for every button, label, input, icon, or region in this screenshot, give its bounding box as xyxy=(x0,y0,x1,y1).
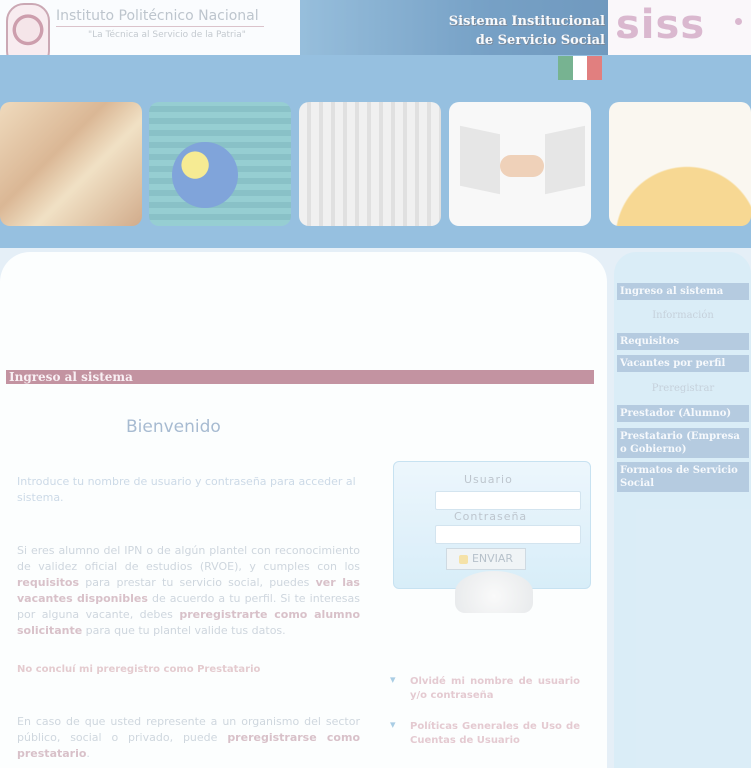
forgot-credentials-link[interactable]: ▾ Olvidé mi nombre de usuario y/o contra… xyxy=(390,673,580,703)
system-title: Sistema Institucional de Servicio Social xyxy=(445,12,605,50)
side-menu xyxy=(614,252,751,768)
photo-banner xyxy=(0,102,751,226)
username-label: Usuario xyxy=(464,473,513,486)
flag-white-stripe xyxy=(572,56,588,80)
mexico-flag-icon xyxy=(558,56,603,80)
monitor-right-icon xyxy=(545,125,585,195)
flag-green-stripe xyxy=(558,56,573,80)
username-input[interactable] xyxy=(435,491,581,510)
menu-item-requirements[interactable]: Requisitos xyxy=(617,333,749,350)
key-icon xyxy=(458,554,468,564)
welcome-heading: Bienvenido xyxy=(126,417,221,437)
account-policies-link[interactable]: ▾ Políticas Generales de Uso de Cuentas … xyxy=(390,718,580,748)
forgot-credentials-label: Olvidé mi nombre de usuario y/o contrase… xyxy=(410,676,580,701)
password-label: Contraseña xyxy=(454,510,528,523)
banner-photo-teamwork-hands xyxy=(0,102,142,226)
monitor-left-icon xyxy=(460,125,500,195)
student-text-part: Si eres alumno del IPN o de algún plante… xyxy=(17,544,360,573)
banner-photo-students-crowd xyxy=(299,102,441,226)
send-button-label: ENVIAR xyxy=(471,552,514,565)
system-title-line2: de Servicio Social xyxy=(475,33,605,48)
bullet-arrow-icon: ▾ xyxy=(390,673,396,686)
requirements-link[interactable]: requisitos xyxy=(17,576,79,589)
student-text-part: para que tu plantel valide tus datos. xyxy=(82,624,286,637)
section-title: Ingreso al sistema xyxy=(9,370,133,384)
menu-item-formats[interactable]: Formatos de Servicio Social xyxy=(617,462,749,492)
handshake-icon xyxy=(500,155,544,177)
globe-icon xyxy=(172,142,238,208)
menu-header-information: Información xyxy=(652,310,714,321)
bullet-arrow-icon: ▾ xyxy=(390,718,396,731)
menu-item-lender[interactable]: Prestatario (Empresa o Gobierno) xyxy=(617,428,749,458)
menu-item-provider[interactable]: Prestador (Alumno) xyxy=(617,405,749,422)
siss-logo: siss xyxy=(616,2,706,48)
menu-item-login[interactable]: Ingreso al sistema xyxy=(617,283,749,300)
send-button[interactable]: ENVIAR xyxy=(446,548,526,570)
menu-header-preregister: Preregistrar xyxy=(651,383,715,394)
password-input[interactable] xyxy=(435,525,581,544)
siss-logo-dot xyxy=(735,18,742,25)
student-info-text: Si eres alumno del IPN o de algún plante… xyxy=(17,543,360,639)
menu-item-vacancies[interactable]: Vacantes por perfil xyxy=(617,355,749,372)
institution-name: Instituto Politécnico Nacional xyxy=(56,8,259,24)
header-divider xyxy=(56,26,264,27)
unfinished-lender-preregister-link[interactable]: No concluí mi preregistro como Prestatar… xyxy=(17,664,260,675)
system-title-line1: Sistema Institucional xyxy=(448,14,605,29)
flag-red-stripe xyxy=(587,56,603,80)
banner-photo-people-circle xyxy=(609,102,751,226)
intro-text: Introduce tu nombre de usuario y contras… xyxy=(17,475,356,504)
pedestal-decoration xyxy=(455,571,533,613)
siss-logo-dot xyxy=(617,30,624,37)
institution-motto: "La Técnica al Servicio de la Patria" xyxy=(88,30,246,40)
org-text-part: . xyxy=(86,747,90,760)
student-text-part: para prestar tu servicio social, puedes xyxy=(79,576,316,589)
account-policies-label: Políticas Generales de Uso de Cuentas de… xyxy=(410,721,580,746)
organization-info-text: En caso de que usted represente a un org… xyxy=(17,714,360,762)
